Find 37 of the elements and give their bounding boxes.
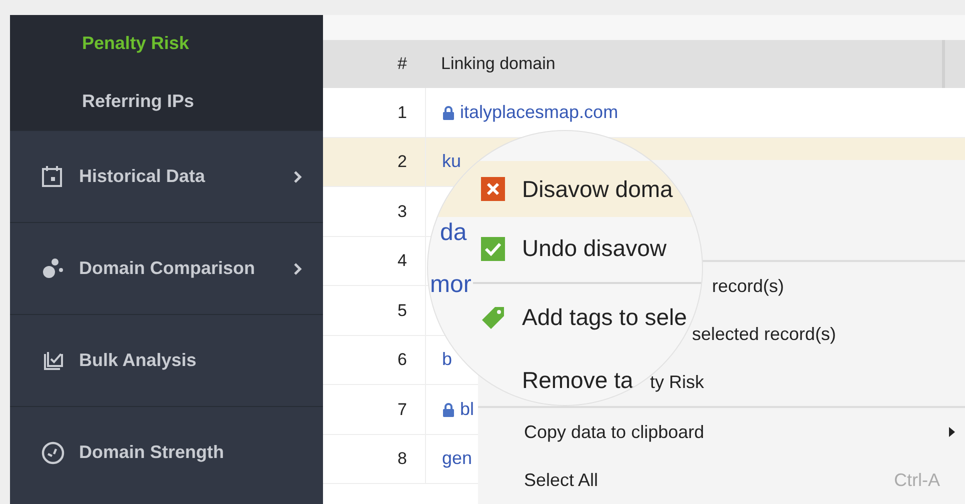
sidebar-subitem[interactable]: Referring IPs [10,72,323,130]
tag-icon [481,306,505,330]
table-row[interactable]: 1 italyplacesmap.com [323,88,965,138]
magnified-menu-item[interactable]: Remove ta [476,349,638,405]
sidebar-label: Domain Comparison [79,257,256,280]
cross-icon [481,177,505,201]
row-number: 8 [396,448,408,470]
magnified-menu-label: Add tags to sele [522,303,687,332]
magnified-menu-item[interactable]: Add tags to sele [476,286,692,349]
row-number: 5 [396,300,408,322]
dots-icon [41,256,65,280]
magnified-domain-text: mor [430,270,472,300]
sidebar-label: Domain Strength [79,441,224,464]
magnified-menu-label: Disavow doma [522,174,673,204]
row-number: 6 [396,349,408,371]
menu-item[interactable]: Select All [524,466,598,494]
calendar-icon [41,164,65,188]
magnified-menu-label: Undo disavow [522,234,666,264]
menu-item[interactable]: Copy data to clipboard [524,418,704,446]
sidebar-subitem[interactable]: Penalty Risk [10,15,323,72]
row-number: 1 [396,102,408,124]
row-number: 7 [396,398,408,420]
column-header[interactable]: # [323,51,425,77]
magnified-menu-item[interactable]: Undo disavow [476,217,672,280]
domain-link[interactable]: gen [442,445,472,472]
domain-link[interactable]: italyplacesmap.com [460,98,618,126]
row-number: 4 [396,250,408,272]
shortcut-label: Ctrl-A [894,468,940,492]
sidebar-label: Bulk Analysis [79,349,196,372]
checkmark-icon [481,236,505,260]
magnified-domain-text: da [440,218,467,248]
magnified-menu-label: Remove ta [522,366,634,396]
row-number: 3 [396,200,408,222]
menu-item[interactable]: record(s) [712,272,784,300]
sidebar-label: Historical Data [79,165,206,188]
row-number: 2 [396,151,408,173]
gauge-icon [41,440,65,464]
